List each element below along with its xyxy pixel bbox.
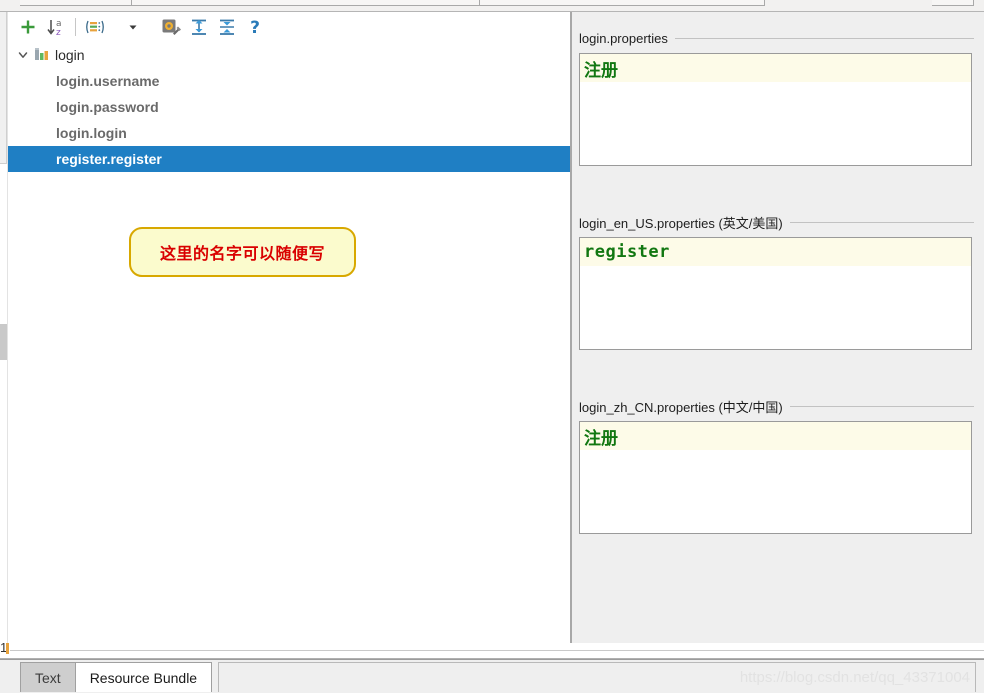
locale-section-en-us: login_en_US.properties (英文/美国) register [572,212,984,350]
tree-item-login-login[interactable]: login.login [8,120,570,146]
locale-header: login.properties [572,28,984,48]
tree-item-label: register.register [56,151,162,167]
editor-line-number-strip: 1 [0,640,984,659]
tab-label: Resource Bundle [89,669,198,686]
locale-header-rule [789,405,974,407]
locale-title: login.properties [579,30,668,46]
tree-item-register-register[interactable]: register.register [8,146,570,172]
locale-header-rule [674,37,974,39]
editor-mode-tabbar: Text Resource Bundle https://blog.csdn.n… [0,659,984,693]
annotation-callout: 这里的名字可以随便写 [129,227,356,277]
locale-value-editor-en-us[interactable]: register [579,237,972,350]
locale-value-editor-zh-cn[interactable]: 注册 [579,421,972,534]
svg-text:?: ? [250,18,260,37]
tree-item-label: login.login [56,125,127,141]
window-top-strip [0,0,984,12]
tree-item-label: login.username [56,73,160,89]
tree-item-label: login.password [56,99,159,115]
toolbar-gap [147,27,157,28]
locale-value-editor-default[interactable]: 注册 [579,53,972,166]
help-button[interactable]: ? [241,14,269,40]
locale-header: login_en_US.properties (英文/美国) [572,212,984,232]
locale-header-rule [789,221,974,223]
properties-key-tree[interactable]: login login.username login.password logi… [8,42,570,643]
add-property-button[interactable] [14,14,42,40]
top-strip-segment [20,0,132,6]
settings-button[interactable] [157,14,185,40]
locale-title: login_en_US.properties (英文/美国) [579,215,783,231]
line-strip-rule [10,650,984,651]
editor-current-line: 注册 [580,422,971,450]
locale-section-zh-cn: login_zh_CN.properties (中文/中国) 注册 [572,396,984,534]
tab-resource-bundle[interactable]: Resource Bundle [75,662,213,692]
tree-item-login-password[interactable]: login.password [8,94,570,120]
main-content-area: a z ? login login.username login.passwor… [0,12,984,643]
resource-bundle-toolbar: a z ? [8,12,570,42]
line-marker-icon [6,643,9,654]
annotation-callout-text: 这里的名字可以随便写 [159,244,325,263]
top-strip-segment [480,0,765,6]
watermark-text: https://blog.csdn.net/qq_43371004 [739,669,970,686]
gutter-panel-top [0,12,7,164]
locale-section-default: login.properties 注册 [572,28,984,166]
locale-values-panel: login.properties 注册 login_en_US.properti… [572,12,984,643]
locale-value: 注册 [584,428,618,449]
editor-current-line: 注册 [580,54,971,82]
editor-current-line: register [580,238,971,266]
tree-root-row[interactable]: login [8,42,570,68]
resource-bundle-icon [34,47,52,63]
locale-title: login_zh_CN.properties (中文/中国) [579,399,783,415]
tab-label: Text [35,669,61,686]
locale-header: login_zh_CN.properties (中文/中国) [572,396,984,416]
resource-bundle-keys-panel: a z ? login login.username login.passwor… [8,12,570,643]
locale-value: 注册 [584,60,618,81]
expand-all-button[interactable] [185,14,213,40]
locale-value: register [584,242,670,262]
toolbar-dropdown-button[interactable] [119,14,147,40]
left-gutter [0,12,8,643]
editor-mode-tabs: Text Resource Bundle [20,662,213,692]
svg-text:z: z [56,28,61,37]
chevron-down-icon[interactable] [14,46,32,64]
top-strip-segment [932,0,974,6]
tab-text[interactable]: Text [20,662,76,692]
vertical-scrollbar-thumb[interactable] [0,324,7,360]
toolbar-gap [109,27,119,28]
tree-item-login-username[interactable]: login.username [8,68,570,94]
tree-root-label: login [55,47,85,63]
top-strip-segment [132,0,480,6]
sort-az-button[interactable]: a z [42,14,70,40]
collapse-all-button[interactable] [213,14,241,40]
toolbar-separator [75,18,76,36]
group-list-button[interactable] [81,14,109,40]
